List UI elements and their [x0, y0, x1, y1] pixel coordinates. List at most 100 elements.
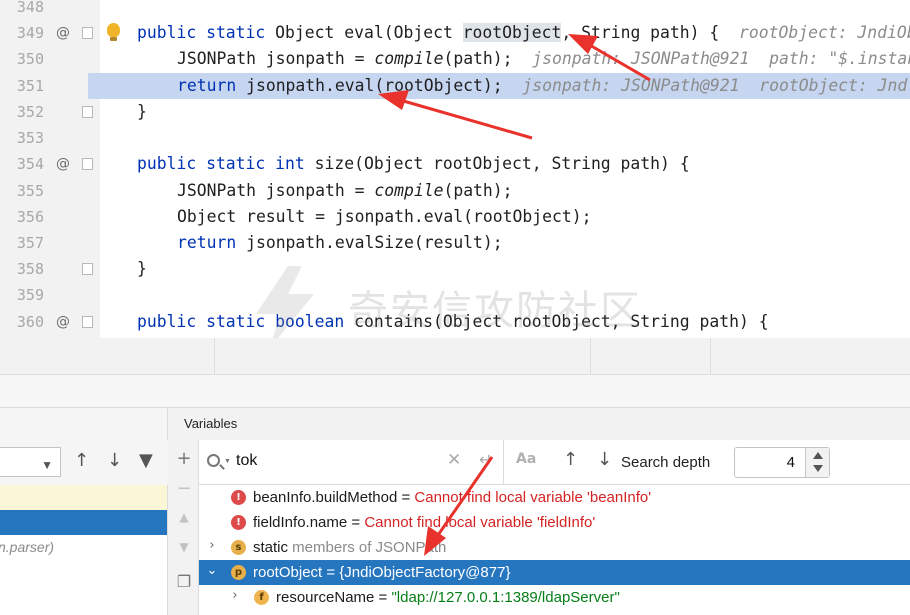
chevron-down-icon: ▼: [41, 458, 53, 472]
code-text: }: [137, 102, 147, 121]
variables-header: Variables: [168, 408, 910, 440]
arrow-up-icon[interactable]: ↑: [74, 450, 89, 471]
line-number: 357: [16, 234, 44, 252]
search-icon[interactable]: [207, 454, 220, 467]
field-icon: f: [254, 590, 269, 605]
frame-row[interactable]: [0, 485, 167, 510]
override-marker-icon[interactable]: @: [56, 20, 70, 46]
copy-icon[interactable]: ❐: [174, 572, 194, 591]
clear-search-icon[interactable]: ✕: [447, 450, 461, 470]
next-match-icon[interactable]: ↓: [597, 449, 612, 470]
fold-end-icon[interactable]: [82, 106, 93, 118]
newline-icon[interactable]: ↵: [479, 450, 492, 469]
inline-debug-hint: rootObject: JndiObje: [739, 23, 910, 42]
filter-icon[interactable]: ▼: [139, 450, 153, 471]
line-number: 356: [16, 208, 44, 226]
line-number: 351: [16, 77, 44, 95]
line-number: 358: [16, 260, 44, 278]
frames-toolbar: ▼ ↑ ↓ ▼: [0, 440, 168, 485]
code-text: return jsonpath.eval(rootObject); jsonpa…: [177, 76, 908, 95]
line-number: 354: [16, 155, 44, 173]
move-up-icon[interactable]: ▲: [174, 510, 194, 524]
variable-row[interactable]: ! fieldInfo.name = Cannot find local var…: [199, 510, 910, 535]
watermark: 奇安信攻防社区: [250, 262, 642, 338]
search-history-caret-icon[interactable]: ▼: [224, 458, 231, 465]
line-number: 353: [16, 129, 44, 147]
line-number: 349: [16, 24, 44, 42]
arrow-down-icon[interactable]: ↓: [107, 450, 122, 471]
variable-row[interactable]: › f resourceName = "ldap://127.0.0.1:138…: [199, 585, 910, 610]
spinner-down-icon[interactable]: [813, 465, 823, 472]
line-number: 355: [16, 182, 44, 200]
line-number: 350: [16, 50, 44, 68]
variable-row[interactable]: ! beanInfo.buildMethod = Cannot find loc…: [199, 485, 910, 510]
variable-text: fieldInfo.name = Cannot find local varia…: [253, 514, 596, 531]
match-case-icon[interactable]: Aa: [516, 451, 536, 467]
code-text: return jsonpath.evalSize(result);: [177, 233, 503, 252]
watermark-logo-icon: [256, 266, 314, 338]
variable-row-selected[interactable]: ⌄ p rootObject = {JndiObjectFactory@877}: [199, 560, 910, 585]
line-number: 352: [16, 103, 44, 121]
code-line: 356 Object result = jsonpath.eval(rootOb…: [0, 204, 910, 230]
inline-debug-hint: jsonpath: JSONPath@921 path: "$.instan: [532, 49, 910, 68]
code-text: public static Object eval(Object rootObj…: [137, 20, 910, 46]
search-input[interactable]: [236, 450, 436, 472]
code-editor[interactable]: 348 349 @ public static Object eval(Obje…: [0, 0, 910, 338]
line-number: 348: [16, 0, 44, 16]
error-icon: !: [231, 515, 246, 530]
tab-divider: [214, 338, 215, 375]
thread-select[interactable]: ▼: [0, 447, 61, 477]
watermark-text: 奇安信攻防社区: [348, 288, 642, 334]
tool-window-tabbar: [0, 338, 910, 375]
variables-side-toolbar: + − ▲ ▼ ❐: [168, 440, 199, 615]
code-line: 352 }: [0, 99, 910, 125]
fold-toggle-icon[interactable]: [82, 316, 93, 328]
expand-arrow-icon[interactable]: ›: [229, 588, 241, 603]
tab-divider: [590, 338, 591, 375]
variable-text: static members of JSONPath: [253, 539, 447, 556]
current-execution-line: 351 return jsonpath.eval(rootObject); js…: [17, 73, 910, 99]
debugger-toolbar-strip: [0, 375, 910, 408]
code-text: }: [137, 259, 147, 278]
spinner-up-icon[interactable]: [813, 452, 823, 459]
code-line: 350 JSONPath jsonpath = compile(path); j…: [0, 46, 910, 72]
previous-match-icon[interactable]: ↑: [563, 449, 578, 470]
variables-tree: ! beanInfo.buildMethod = Cannot find loc…: [199, 485, 910, 615]
frame-row[interactable]: n.parser): [0, 535, 167, 560]
expand-arrow-icon[interactable]: ›: [206, 538, 218, 553]
collapse-arrow-icon[interactable]: ⌄: [206, 563, 218, 578]
code-text: Object result = jsonpath.eval(rootObject…: [177, 207, 592, 226]
add-watch-icon[interactable]: +: [174, 448, 194, 469]
code-line: 348: [0, 0, 910, 20]
variables-panel: Variables + − ▲ ▼ ❐ ▼ ✕ ↵ Aa ↑ ↓ Search …: [168, 408, 910, 615]
fold-toggle-icon[interactable]: [82, 27, 93, 39]
move-down-icon[interactable]: ▼: [174, 540, 194, 554]
fold-toggle-icon[interactable]: [82, 158, 93, 170]
tab-divider: [710, 338, 711, 375]
override-marker-icon[interactable]: @: [56, 151, 70, 177]
code-line: 355 JSONPath jsonpath = compile(path);: [0, 178, 910, 204]
fold-end-icon[interactable]: [82, 263, 93, 275]
code-text: JSONPath jsonpath = compile(path); jsonp…: [177, 46, 910, 72]
intention-bulb-icon[interactable]: [107, 23, 120, 41]
frames-list: n.parser): [0, 485, 167, 615]
search-depth-spinner[interactable]: 4: [734, 447, 830, 478]
code-line: 354 @ public static int size(Object root…: [0, 151, 910, 177]
static-icon: s: [231, 540, 246, 555]
frame-row[interactable]: [0, 560, 167, 585]
error-icon: !: [231, 490, 246, 505]
spinner-arrows[interactable]: [805, 448, 829, 477]
variable-text: rootObject = {JndiObjectFactory@877}: [253, 564, 511, 581]
frames-panel: ▼ ↑ ↓ ▼ n.parser): [0, 408, 168, 615]
frame-row-selected[interactable]: [0, 510, 167, 535]
search-depth-value[interactable]: 4: [787, 454, 795, 471]
variables-search-bar: ▼ ✕ ↵ Aa ↑ ↓ Search depth 4: [199, 440, 910, 485]
code-line: 357 return jsonpath.evalSize(result);: [0, 230, 910, 256]
code-line: 349 @ public static Object eval(Object r…: [0, 20, 910, 46]
line-number: 359: [16, 286, 44, 304]
parameter-icon: p: [231, 565, 246, 580]
search-box: ▼ ✕ ↵: [199, 440, 504, 485]
override-marker-icon[interactable]: @: [56, 309, 70, 335]
remove-watch-icon[interactable]: −: [174, 478, 194, 499]
variable-row[interactable]: › s static members of JSONPath: [199, 535, 910, 560]
